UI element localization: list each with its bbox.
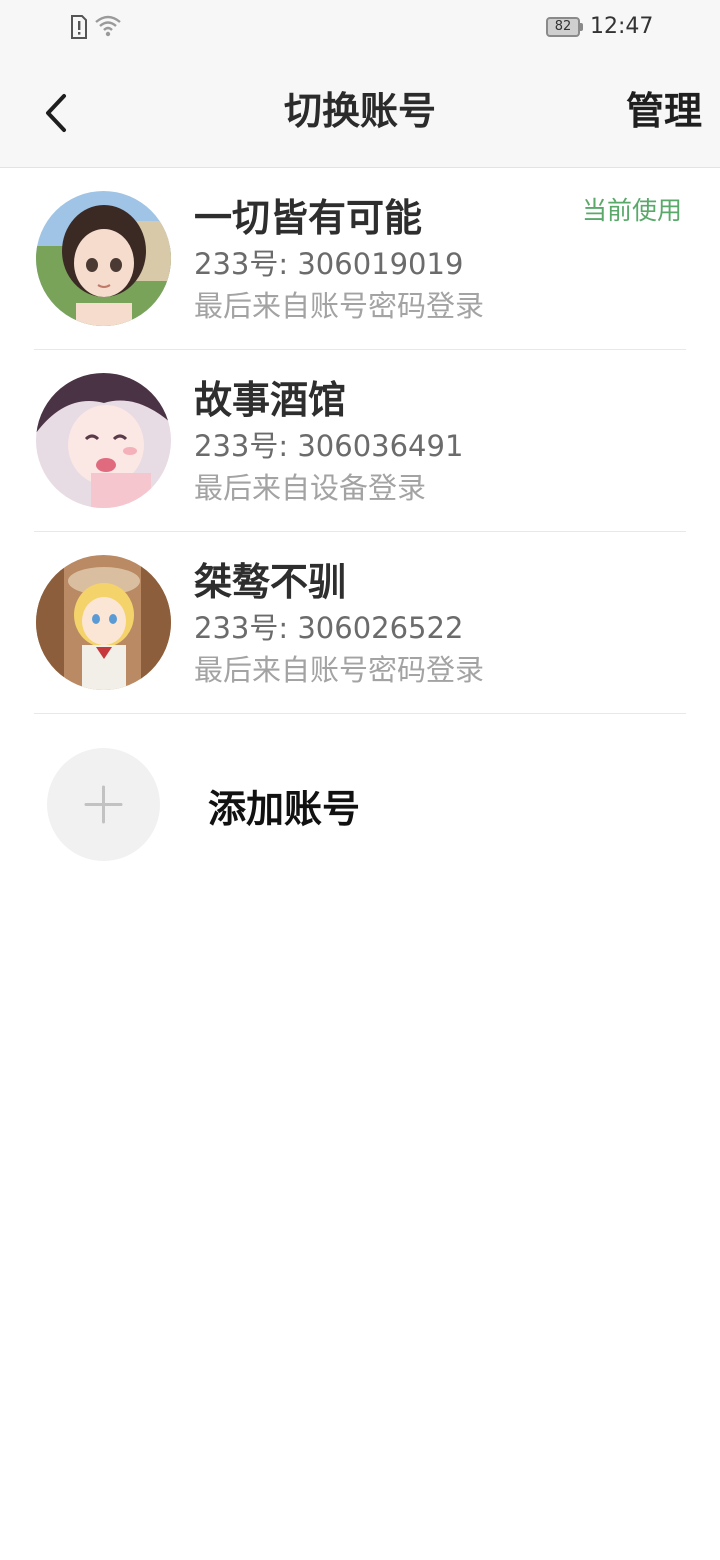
account-item[interactable]: 桀骜不驯 233号: 306026522 最后来自账号密码登录 xyxy=(0,532,720,714)
last-login-method: 最后来自账号密码登录 xyxy=(194,653,485,687)
account-id: 233号: 306036491 xyxy=(194,429,464,463)
account-name: 故事酒馆 xyxy=(194,378,347,422)
plus-icon xyxy=(84,785,123,824)
add-account-label: 添加账号 xyxy=(208,787,361,831)
page-title: 切换账号 xyxy=(283,89,436,133)
add-account-circle xyxy=(47,748,160,861)
avatar xyxy=(36,373,171,508)
account-id: 233号: 306026522 xyxy=(194,611,464,645)
account-name: 一切皆有可能 xyxy=(194,196,423,240)
app-root: 82 12:47 切换账号 管理 一切皆有可能 233号: 306019019 … xyxy=(0,0,720,1560)
sim-alert-icon xyxy=(71,15,87,39)
account-item[interactable]: 故事酒馆 233号: 306036491 最后来自设备登录 xyxy=(0,350,720,532)
account-name: 桀骜不驯 xyxy=(194,560,347,604)
chevron-left-icon xyxy=(46,94,66,132)
back-button[interactable] xyxy=(30,86,84,140)
status-bar: 82 12:47 xyxy=(0,0,720,56)
last-login-method: 最后来自账号密码登录 xyxy=(194,289,485,323)
current-in-use-badge: 当前使用 xyxy=(581,196,682,225)
battery-tip xyxy=(580,23,583,31)
status-time: 12:47 xyxy=(590,14,654,39)
wifi-icon xyxy=(95,15,121,37)
avatar xyxy=(36,555,171,690)
last-login-method: 最后来自设备登录 xyxy=(194,471,427,505)
top-nav-bar: 切换账号 管理 xyxy=(0,56,720,168)
account-id: 233号: 306019019 xyxy=(194,247,464,281)
account-item[interactable]: 一切皆有可能 233号: 306019019 最后来自账号密码登录 当前使用 xyxy=(0,168,720,350)
avatar xyxy=(36,191,171,326)
add-account-button[interactable]: 添加账号 xyxy=(0,730,720,880)
manage-button[interactable]: 管理 xyxy=(626,56,702,167)
battery-level: 82 xyxy=(554,19,572,34)
account-list: 一切皆有可能 233号: 306019019 最后来自账号密码登录 当前使用 故… xyxy=(0,168,720,714)
